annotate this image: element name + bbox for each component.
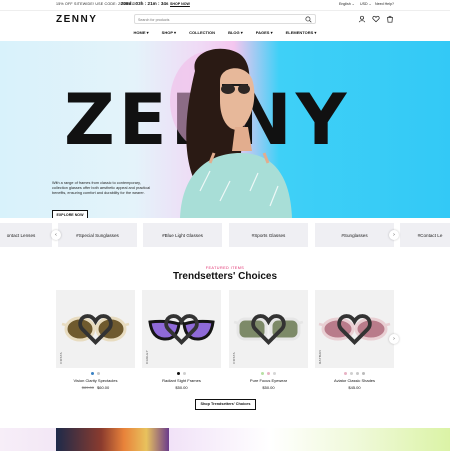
search-input[interactable]: [138, 16, 298, 23]
wishlist-icon[interactable]: [372, 15, 380, 23]
product-price: $45.00: [348, 385, 361, 390]
product-image[interactable]: COSTA: [56, 290, 135, 368]
product-card[interactable]: COSTA Vision Clarity Spectacles $89.00 $6…: [56, 290, 135, 390]
nav-pages-label: PAGES: [255, 30, 270, 35]
section-title: Trendsetters' Choices: [172, 271, 278, 282]
color-swatches: [315, 372, 394, 375]
product-brand: OAKLEY: [145, 350, 149, 364]
cart-icon[interactable]: [386, 15, 394, 23]
bottom-banner: [0, 428, 450, 451]
product-price-row: $89.00 $60.00: [56, 385, 135, 390]
search-box: [134, 14, 316, 24]
nav-elementors[interactable]: ELEMENTORS ▾: [286, 30, 317, 35]
product-price-row: $50.00: [229, 385, 308, 390]
tag-sports-glasses[interactable]: #Sports Glasses: [229, 223, 308, 247]
color-swatch[interactable]: [261, 372, 264, 375]
tag-special-sunglasses[interactable]: #Special Sunglasses: [58, 223, 137, 247]
section-eyebrow: FEATURED ITEMS: [205, 266, 245, 270]
product-name[interactable]: Pure Focus Eyewear: [229, 378, 308, 383]
currency-label: USD: [360, 2, 368, 6]
color-swatch[interactable]: [344, 372, 347, 375]
color-swatch[interactable]: [273, 372, 276, 375]
color-swatches: [56, 372, 135, 375]
announcement-bar: 15% OFF SITEWIDE! USE CODE: ZENNY15 208d…: [0, 0, 450, 11]
countdown-timer: 208d : 03h : 21m : 34s: [121, 1, 169, 6]
wishlist-icon[interactable]: [56, 310, 135, 348]
hero-banner: ZENNY With a range of frames from classi…: [0, 41, 450, 218]
nav-home[interactable]: HOME ▾: [134, 30, 149, 35]
wishlist-icon[interactable]: [142, 310, 221, 348]
nav-blog[interactable]: BLOG ▾: [228, 30, 243, 35]
header-icons: [358, 15, 394, 23]
tag-contact-lenses-2[interactable]: #Contact Le: [400, 223, 450, 247]
nav-shop[interactable]: SHOP ▾: [162, 30, 176, 35]
product-price-row: $45.00: [315, 385, 394, 390]
tag-sunglasses[interactable]: #Sunglasses: [315, 223, 394, 247]
wishlist-icon[interactable]: [315, 310, 394, 348]
nav-collection[interactable]: COLLECTION: [189, 30, 215, 35]
product-price: $60.00: [97, 385, 110, 390]
products-next-button[interactable]: ›: [389, 334, 399, 344]
category-tags: ontact Lenses #Special Sunglasses #Blue …: [0, 223, 450, 249]
color-swatch[interactable]: [91, 372, 94, 375]
product-name[interactable]: Vision Clarity Spectacles: [56, 378, 135, 383]
help-link[interactable]: Need Help?: [375, 2, 394, 6]
explore-now-button[interactable]: EXPLORE NOW: [52, 210, 88, 218]
product-price: $50.00: [262, 385, 275, 390]
hero-description: With a range of frames from classic to c…: [52, 181, 151, 196]
wishlist-icon[interactable]: [229, 310, 308, 348]
language-label: English: [339, 2, 351, 6]
product-brand: COSTA: [232, 352, 236, 364]
language-select[interactable]: English ⌄: [339, 2, 355, 6]
color-swatch[interactable]: [267, 372, 270, 375]
hero-model-image: [170, 48, 292, 218]
nav-collection-label: COLLECTION: [189, 30, 216, 35]
color-swatch[interactable]: [177, 372, 180, 375]
color-swatch[interactable]: [97, 372, 100, 375]
product-name[interactable]: Radiant Sight Frames: [142, 378, 221, 383]
site-header: ZENNY HOME ▾ SHOP ▾ COLLECTION BLOG ▾ PA…: [0, 11, 450, 39]
product-card[interactable]: RAYBAN Aviator Classic Shades $45.00: [315, 290, 394, 390]
color-swatch[interactable]: [362, 372, 365, 375]
nav-shop-label: SHOP: [161, 30, 173, 35]
color-swatches: [229, 372, 308, 375]
currency-select[interactable]: USD ⌄: [360, 2, 372, 6]
product-image[interactable]: COSTA: [229, 290, 308, 368]
nav-elementors-label: ELEMENTORS: [285, 30, 314, 35]
account-icon[interactable]: [358, 15, 366, 23]
product-price-row: $50.00: [142, 385, 221, 390]
color-swatch[interactable]: [350, 372, 353, 375]
product-card[interactable]: OAKLEY Radiant Sight Frames $50.00: [142, 290, 221, 390]
nav-pages[interactable]: PAGES ▾: [256, 30, 273, 35]
product-brand: RAYBAN: [318, 350, 322, 364]
site-logo[interactable]: ZENNY: [56, 14, 97, 25]
product-old-price: $89.00: [81, 385, 94, 390]
tags-prev-button[interactable]: ‹: [51, 230, 61, 240]
product-image[interactable]: RAYBAN: [315, 290, 394, 368]
main-nav: HOME ▾ SHOP ▾ COLLECTION BLOG ▾ PAGES ▾ …: [0, 30, 450, 35]
product-card[interactable]: COSTA Pure Focus Eyewear $50.00: [229, 290, 308, 390]
tag-contact-lenses[interactable]: ontact Lenses: [0, 223, 52, 247]
tag-blue-light-glasses[interactable]: #Blue Light Glasses: [143, 223, 222, 247]
nav-home-label: HOME: [133, 30, 146, 35]
product-image[interactable]: OAKLEY: [142, 290, 221, 368]
bottom-banner-image: [56, 428, 169, 451]
color-swatch[interactable]: [356, 372, 359, 375]
shop-trendsetters-button[interactable]: Shop Trendsetters' Choices: [195, 399, 256, 410]
product-brand: COSTA: [59, 352, 63, 364]
product-price: $50.00: [175, 385, 188, 390]
search-icon[interactable]: [305, 16, 312, 23]
tags-next-button[interactable]: ›: [389, 230, 399, 240]
color-swatches: [142, 372, 221, 375]
shop-now-link[interactable]: SHOP NOW: [170, 2, 190, 6]
color-swatch[interactable]: [183, 372, 186, 375]
nav-blog-label: BLOG: [228, 30, 240, 35]
product-name[interactable]: Aviator Classic Shades: [315, 378, 394, 383]
